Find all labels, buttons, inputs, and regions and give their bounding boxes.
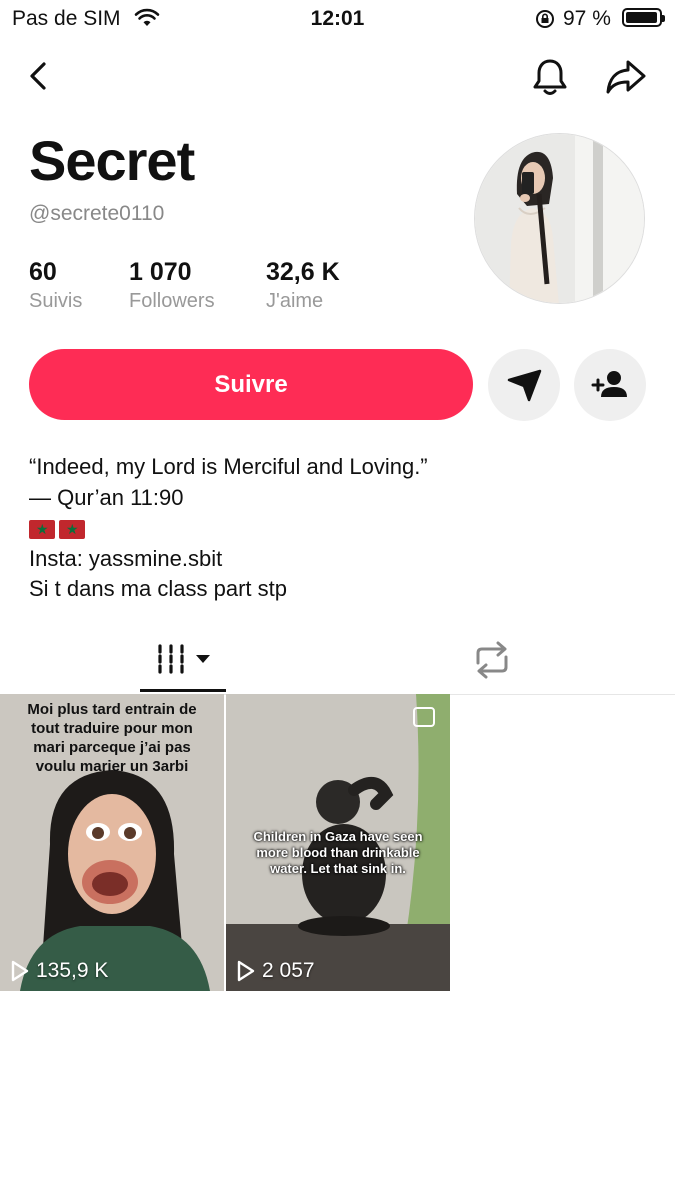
view-count: 135,9 K bbox=[10, 959, 108, 983]
stat-following[interactable]: 60 Suivis bbox=[29, 258, 82, 313]
stat-value: 60 bbox=[29, 258, 57, 286]
video-thumbnail[interactable]: Children in Gaza have seen more blood th… bbox=[226, 694, 450, 991]
follow-button[interactable]: Suivre bbox=[29, 349, 473, 420]
stat-label: J'aime bbox=[266, 290, 324, 312]
bell-icon[interactable] bbox=[530, 56, 570, 98]
tab-active-indicator bbox=[140, 689, 226, 692]
avatar[interactable] bbox=[474, 133, 645, 304]
tab-videos[interactable] bbox=[140, 625, 226, 694]
stat-likes[interactable]: 32,6 K J'aime bbox=[266, 258, 340, 313]
stat-followers[interactable]: 1 070 Followers bbox=[129, 258, 215, 313]
stat-label: Followers bbox=[129, 290, 215, 312]
bio-line: Si t dans ma class part stp bbox=[29, 576, 287, 601]
bio-flags bbox=[29, 513, 428, 544]
stat-value: 32,6 K bbox=[266, 258, 340, 286]
chevron-down-icon bbox=[196, 655, 210, 663]
add-friend-icon bbox=[591, 371, 627, 397]
bio-line: Insta: yassmine.sbit bbox=[29, 545, 223, 571]
stat-label: Suivis bbox=[29, 290, 83, 312]
send-message-button[interactable] bbox=[488, 349, 560, 421]
video-caption: Children in Gaza have seen more blood th… bbox=[253, 829, 423, 876]
bio: “Indeed, my Lord is Merciful and Loving.… bbox=[29, 452, 428, 605]
battery-percent: 97 % bbox=[563, 7, 611, 30]
display-name: Secret bbox=[29, 129, 195, 192]
share-icon[interactable] bbox=[604, 56, 648, 96]
play-icon bbox=[237, 960, 255, 982]
morocco-flag-icon bbox=[59, 519, 85, 539]
bio-line: — Qur’an 11:90 bbox=[29, 484, 184, 510]
username: @secrete0110 bbox=[29, 202, 165, 225]
send-icon bbox=[507, 369, 542, 402]
view-count: 2 057 bbox=[236, 959, 315, 983]
view-count-text: 2 057 bbox=[262, 959, 315, 982]
bio-line: “Indeed, my Lord is Merciful and Loving.… bbox=[29, 454, 428, 479]
video-caption: Moi plus tard entrain de tout traduire p… bbox=[27, 701, 197, 775]
back-icon[interactable] bbox=[24, 58, 56, 94]
orientation-lock-icon bbox=[536, 10, 554, 28]
play-icon bbox=[11, 960, 29, 982]
morocco-flag-icon bbox=[29, 519, 55, 539]
avatar-image bbox=[475, 134, 644, 303]
content-tabs bbox=[0, 625, 675, 695]
view-count-text: 135,9 K bbox=[36, 959, 109, 982]
stat-value: 1 070 bbox=[129, 258, 192, 286]
video-thumbnail[interactable]: Moi plus tard entrain de tout traduire p… bbox=[0, 694, 224, 991]
grid-icon bbox=[158, 644, 210, 674]
battery-icon bbox=[622, 8, 665, 27]
status-bar: Pas de SIM 12:01 97 % bbox=[0, 0, 675, 38]
add-friend-button[interactable] bbox=[574, 349, 646, 421]
repost-icon[interactable] bbox=[470, 641, 514, 679]
